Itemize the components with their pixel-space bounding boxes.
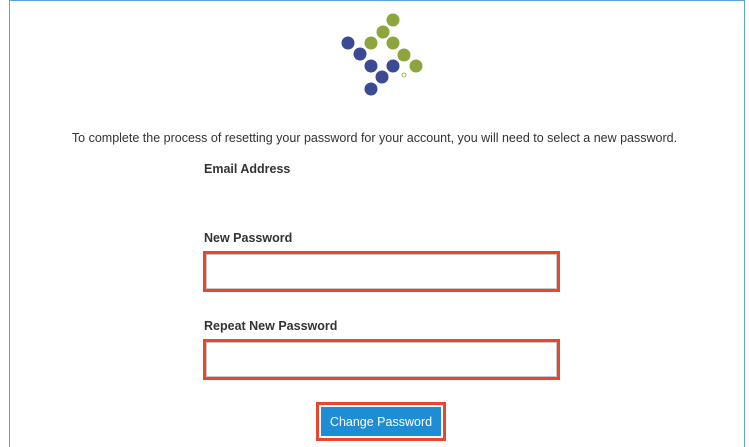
- repeat-password-label: Repeat New Password: [204, 319, 338, 333]
- new-password-input[interactable]: [206, 254, 557, 289]
- new-password-label: New Password: [204, 231, 293, 245]
- email-label: Email Address: [204, 162, 291, 176]
- change-password-highlight: Change Password: [316, 402, 446, 441]
- company-logo: [341, 13, 423, 96]
- repeat-password-highlight: [203, 339, 560, 380]
- change-password-button[interactable]: Change Password: [321, 407, 441, 436]
- intro-text: To complete the process of resetting you…: [71, 131, 678, 145]
- repeat-password-input[interactable]: [206, 342, 557, 377]
- new-password-highlight: [203, 251, 560, 292]
